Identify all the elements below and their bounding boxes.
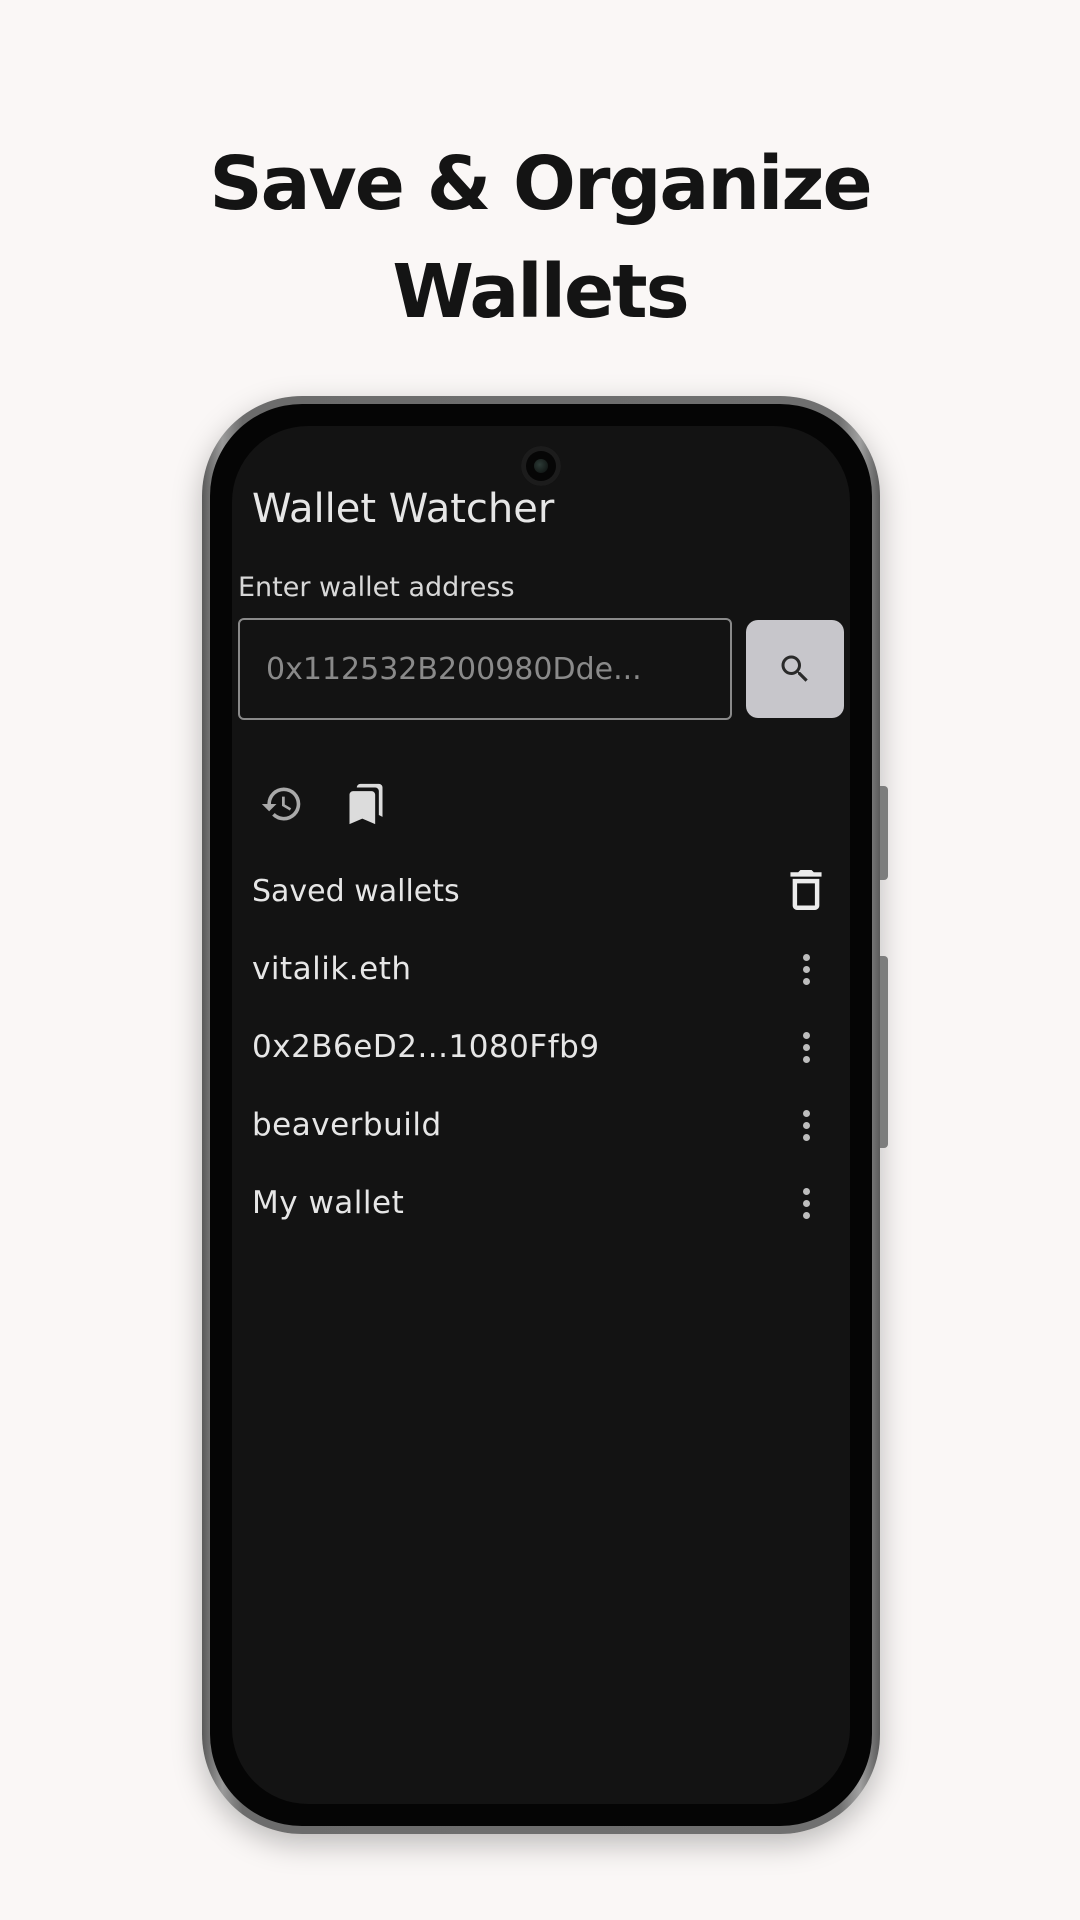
phone-side-button-bottom [880,956,888,1148]
more-vert-icon[interactable] [786,1175,826,1231]
list-item[interactable]: vitalik.eth [232,930,850,1008]
wallet-label: beaverbuild [252,1107,442,1143]
search-icon [781,655,808,682]
bookmarks-icon [349,783,383,825]
wallet-label: vitalik.eth [252,951,412,987]
tab-bookmarks[interactable] [342,780,390,828]
list-item[interactable]: 0x2B6eD2...1080Ffb9 [232,1008,850,1086]
saved-wallets-list: vitalik.eth 0x2B6eD2...1080Ffb9 beaverbu… [232,930,850,1242]
search-button[interactable] [746,620,844,718]
tab-history[interactable] [258,780,306,828]
app-title: Wallet Watcher [252,486,555,532]
list-item[interactable]: beaverbuild [232,1086,850,1164]
saved-wallets-header: Saved wallets [252,874,460,909]
more-vert-icon[interactable] [786,941,826,997]
more-vert-icon[interactable] [786,1019,826,1075]
list-item[interactable]: My wallet [232,1164,850,1242]
wallet-address-label: Enter wallet address [238,572,515,603]
front-camera [521,446,561,486]
trash-icon [790,870,822,910]
headline-line-1: Save & Organize [209,140,872,227]
marketing-headline: Save & Organize Wallets [0,130,1080,346]
more-vert-icon[interactable] [786,1097,826,1153]
wallet-label: 0x2B6eD2...1080Ffb9 [252,1029,600,1065]
phone-side-button-top [880,786,888,880]
phone-frame: Wallet Watcher Enter wallet address Save… [202,396,888,1834]
app-screen: Wallet Watcher Enter wallet address Save… [232,426,850,1804]
clear-saved-wallets-button[interactable] [784,866,828,914]
history-icon [261,787,301,821]
headline-line-2: Wallets [392,248,689,335]
wallet-address-input[interactable] [238,618,732,720]
wallet-label: My wallet [252,1185,405,1221]
